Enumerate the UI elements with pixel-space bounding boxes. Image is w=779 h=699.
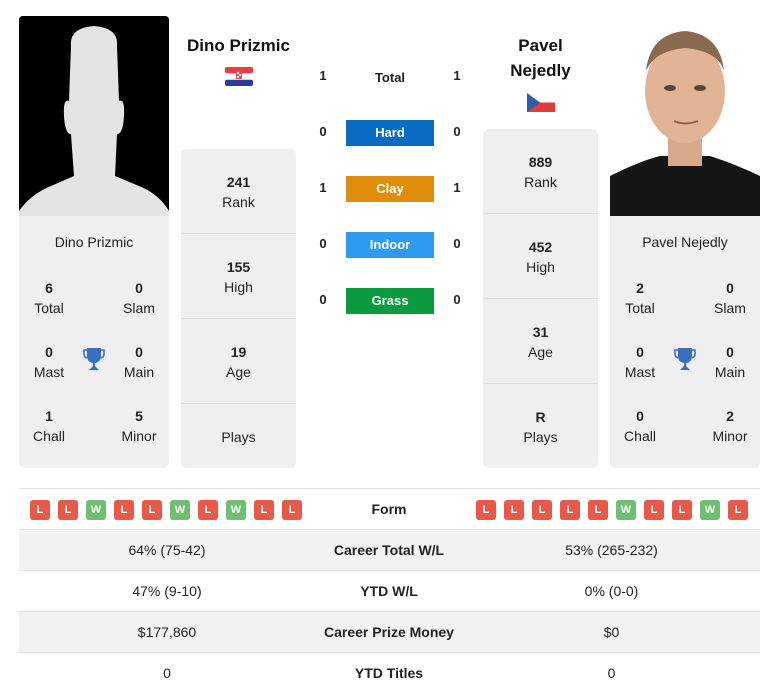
ytd-titles-row: 0 YTD Titles 0 <box>19 653 760 694</box>
form-badge-loss: L <box>30 500 50 520</box>
player1-titles-total: 6 Total <box>34 280 64 316</box>
player1-prize-money: $177,860 <box>137 624 197 640</box>
player2-high: 452 High <box>526 239 555 275</box>
player2-ytd-wl: 0% (0-0) <box>584 583 639 599</box>
ytd-titles-label: YTD Titles <box>354 665 424 681</box>
form-badge-loss: L <box>644 500 664 520</box>
player1-titles-minor: 5 Minor <box>121 408 157 444</box>
form-label: Form <box>371 501 407 517</box>
player2-titles-minor: 2 Minor <box>712 408 748 444</box>
player1-rank: 241 Rank <box>222 174 255 210</box>
player1-plays: Plays <box>221 429 256 445</box>
form-badge-loss: L <box>198 500 218 520</box>
form-badge-loss: L <box>728 500 748 520</box>
player1-stats-panel: 241 Rank 155 High 19 Age Plays <box>181 149 296 468</box>
form-badge-loss: L <box>532 500 552 520</box>
trophy-icon <box>83 348 105 370</box>
player2-card-name: Pavel Nejedly <box>642 234 728 250</box>
divider <box>181 233 296 234</box>
player-headshot-icon <box>610 16 760 216</box>
divider <box>181 318 296 319</box>
player2-prize-money: $0 <box>603 624 620 640</box>
prize-money-label: Career Prize Money <box>324 624 454 640</box>
divider <box>483 383 598 384</box>
ytd-wl-row: 47% (9-10) YTD W/L 0% (0-0) <box>19 571 760 612</box>
player2-photo <box>610 16 760 216</box>
player1-photo <box>19 16 169 216</box>
player1-high: 155 High <box>224 259 253 295</box>
form-badge-loss: L <box>560 500 580 520</box>
h2h-indoor-p2: 0 <box>453 236 461 251</box>
h2h-total-p2: 1 <box>453 68 461 83</box>
career-total-row: 64% (75-42) Career Total W/L 53% (265-23… <box>19 530 760 571</box>
trophy-icon <box>674 348 696 370</box>
form-badge-win: W <box>700 500 720 520</box>
h2h-hard-p2: 0 <box>453 124 461 139</box>
divider <box>483 298 598 299</box>
form-row: LLWLLWLWLL Form LLLLLWLLWL <box>19 489 760 530</box>
h2h-total-p1: 1 <box>319 68 327 83</box>
surface-indoor-button[interactable]: Indoor <box>346 232 434 258</box>
surface-grass-button[interactable]: Grass <box>346 288 434 314</box>
divider <box>483 213 598 214</box>
form-badge-loss: L <box>476 500 496 520</box>
czech-republic-flag-icon <box>527 93 555 112</box>
player2-titles-slam: 0 Slam <box>714 280 746 316</box>
surface-hard-button[interactable]: Hard <box>346 120 434 146</box>
player1-name-link[interactable]: Dino Prizmic <box>176 33 301 58</box>
player2-rank: 889 Rank <box>524 154 557 190</box>
player1-career-total: 64% (75-42) <box>128 542 206 558</box>
h2h-grass-p1: 0 <box>319 292 327 307</box>
player2-titles-main: 0 Main <box>714 344 746 380</box>
player2-form: LLLLLWLLWL <box>476 500 748 520</box>
form-badge-loss: L <box>58 500 78 520</box>
player2-career-total: 53% (265-232) <box>565 542 658 558</box>
player1-titles-chall: 1 Chall <box>33 408 65 444</box>
player1-titles-slam: 0 Slam <box>123 280 155 316</box>
player1-form: LLWLLWLWLL <box>30 500 302 520</box>
ytd-wl-label: YTD W/L <box>360 583 418 599</box>
player1-titles-card: Dino Prizmic 6 Total 0 Slam 0 Mast 0 Mai… <box>19 216 169 468</box>
silhouette-icon <box>19 16 169 216</box>
player1-ytd-wl: 47% (9-10) <box>132 583 202 599</box>
h2h-grass-p2: 0 <box>453 292 461 307</box>
player2-ytd-titles: 0 <box>607 665 616 681</box>
player2-name-link[interactable]: Pavel Nejedly <box>478 33 603 83</box>
h2h-hard-p1: 0 <box>319 124 327 139</box>
player2-plays: R Plays <box>523 409 558 445</box>
form-badge-win: W <box>170 500 190 520</box>
surface-clay-button[interactable]: Clay <box>346 176 434 202</box>
player2-titles-chall: 0 Chall <box>624 408 656 444</box>
h2h-total-label: Total <box>374 70 406 85</box>
form-badge-win: W <box>226 500 246 520</box>
player1-ytd-titles: 0 <box>163 665 171 681</box>
h2h-clay-p2: 1 <box>453 180 461 195</box>
croatia-flag-icon <box>225 67 253 86</box>
career-total-label: Career Total W/L <box>333 542 445 558</box>
form-badge-win: W <box>616 500 636 520</box>
player1-titles-mast: 0 Mast <box>33 344 65 380</box>
form-badge-loss: L <box>588 500 608 520</box>
player2-stats-panel: 889 Rank 452 High 31 Age R Plays <box>483 129 598 468</box>
player1-titles-main: 0 Main <box>123 344 155 380</box>
player2-titles-total: 2 Total <box>625 280 655 316</box>
form-badge-loss: L <box>114 500 134 520</box>
form-badge-loss: L <box>504 500 524 520</box>
form-badge-loss: L <box>282 500 302 520</box>
h2h-indoor-p1: 0 <box>319 236 327 251</box>
player2-titles-card: Pavel Nejedly 2 Total 0 Slam 0 Mast 0 Ma… <box>610 216 760 468</box>
form-badge-loss: L <box>142 500 162 520</box>
prize-money-row: $177,860 Career Prize Money $0 <box>19 612 760 653</box>
form-badge-win: W <box>86 500 106 520</box>
player2-titles-mast: 0 Mast <box>624 344 656 380</box>
h2h-clay-p1: 1 <box>319 180 327 195</box>
player2-age: 31 Age <box>528 324 553 360</box>
player1-age: 19 Age <box>226 344 251 380</box>
form-badge-loss: L <box>672 500 692 520</box>
player1-card-name: Dino Prizmic <box>54 234 134 250</box>
form-badge-loss: L <box>254 500 274 520</box>
divider <box>181 403 296 404</box>
